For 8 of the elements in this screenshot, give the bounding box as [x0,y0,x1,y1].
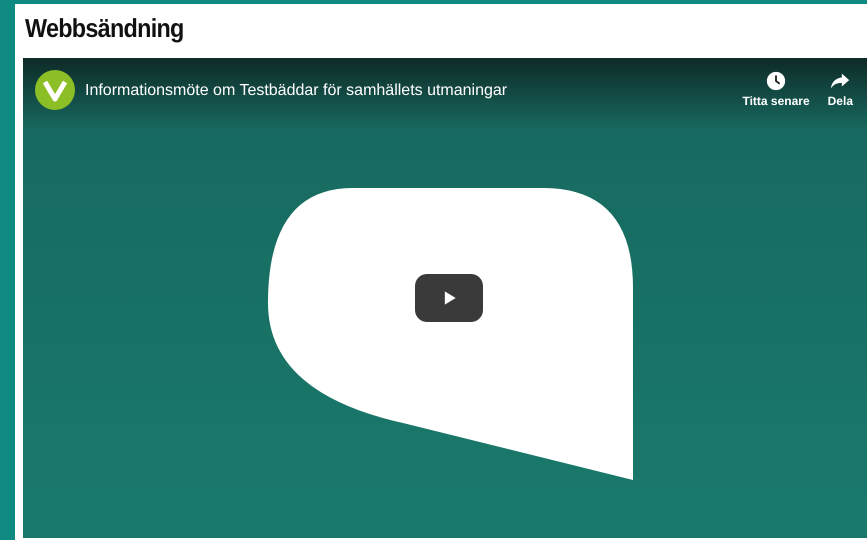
watch-later-button[interactable]: Titta senare [738,70,814,108]
channel-logo-icon[interactable] [35,70,75,110]
share-button[interactable]: Dela [824,70,857,108]
play-button[interactable] [415,274,483,322]
section-heading: Webbsändning [25,12,184,45]
video-player[interactable]: Informationsmöte om Testbäddar för samhällets utmaningar Titta senare Dela [23,58,867,538]
video-title[interactable]: Informationsmöte om Testbäddar för samhällets utmaningar [85,82,728,100]
clock-icon [765,70,788,92]
